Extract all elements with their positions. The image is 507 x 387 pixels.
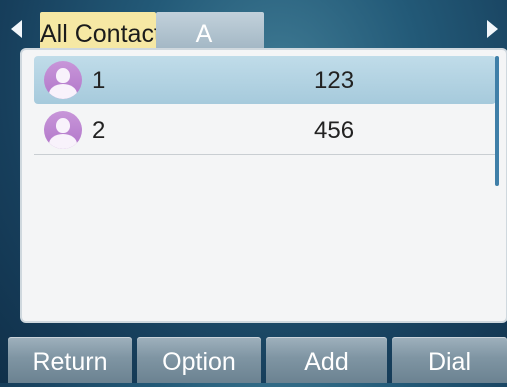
tab-a[interactable]: A: [156, 12, 264, 54]
tab-all-contacts-label: All Contacts: [40, 20, 156, 48]
contact-name: 2: [92, 117, 106, 144]
contact-name: 1: [92, 67, 106, 94]
phone-screen: All Contacts A 1 123 2 456 Return Opt: [0, 0, 507, 383]
avatar-icon: [44, 111, 82, 149]
option-button[interactable]: Option: [137, 337, 261, 383]
dial-button[interactable]: Dial: [392, 337, 507, 383]
add-button[interactable]: Add: [266, 337, 387, 383]
tab-all-contacts[interactable]: All Contacts: [40, 12, 156, 54]
contact-row-2[interactable]: 2 456: [34, 106, 496, 155]
avatar-icon: [44, 61, 82, 99]
avatar-head: [56, 68, 70, 83]
avatar-head: [56, 118, 70, 133]
contact-tab-bar: All Contacts A: [0, 8, 507, 54]
contact-list: 1 123 2 456: [22, 50, 506, 321]
contact-number: 123: [314, 67, 355, 94]
arrow-left-icon[interactable]: [11, 20, 22, 38]
contact-number: 456: [314, 117, 355, 144]
avatar-body: [49, 134, 77, 149]
softkey-bar: Return Option Add Dial: [0, 337, 507, 383]
return-button[interactable]: Return: [8, 337, 132, 383]
contact-row-1[interactable]: 1 123: [34, 56, 496, 104]
list-scrollbar[interactable]: [495, 56, 499, 186]
arrow-right-icon[interactable]: [487, 20, 498, 38]
tab-a-label: A: [195, 20, 213, 48]
avatar-body: [49, 84, 77, 99]
